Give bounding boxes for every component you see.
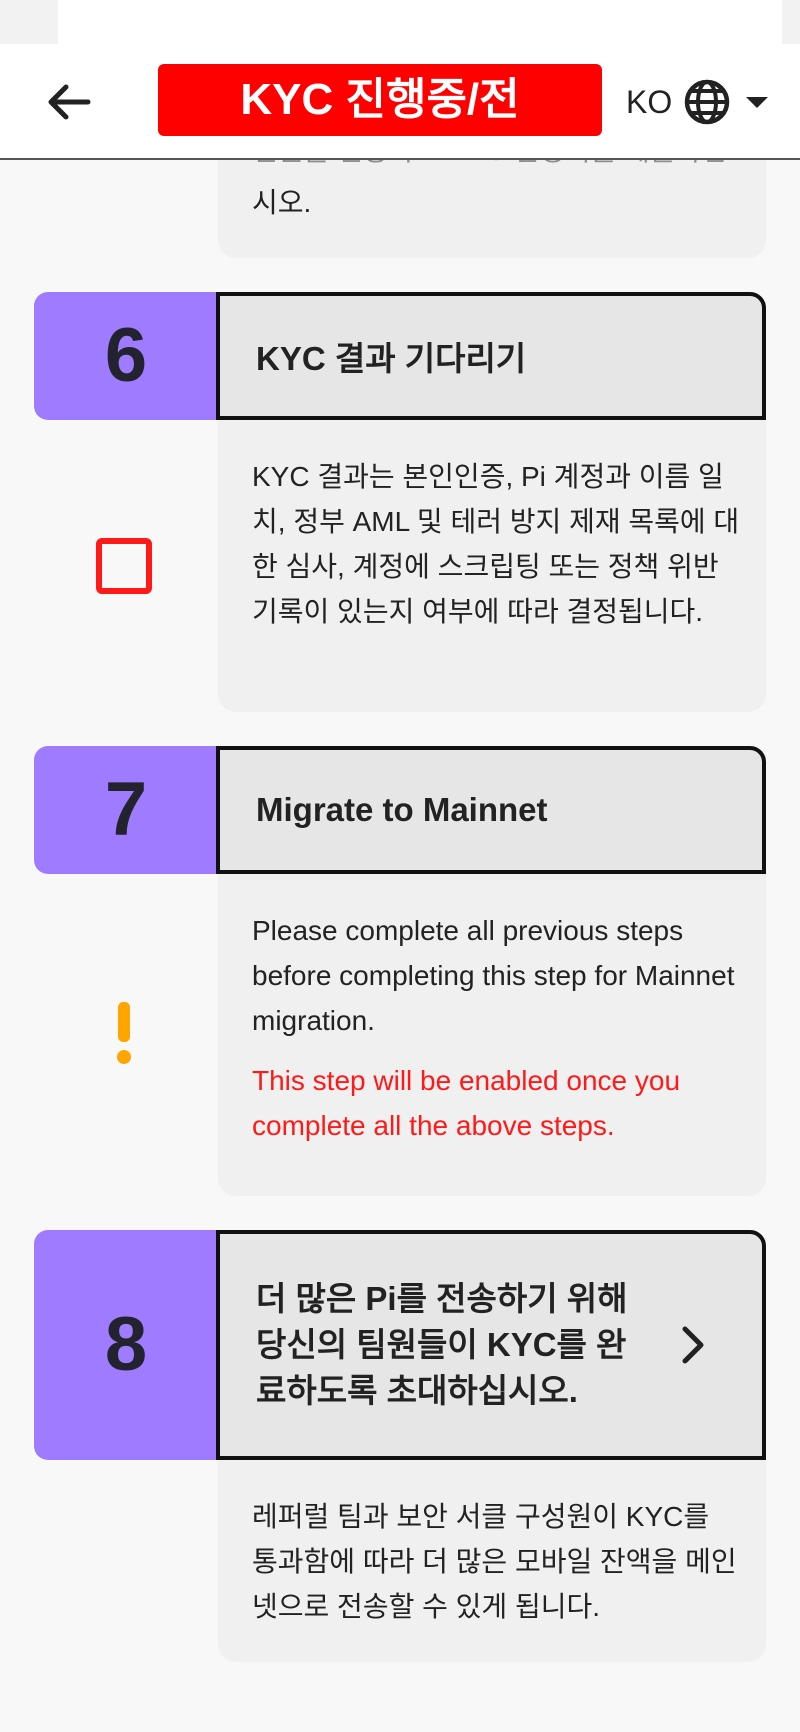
status-bar-right-block — [782, 0, 800, 44]
step-5-description-card: 신원을 인증하고 KYC 신청서를 제출하십 시오. — [218, 135, 766, 258]
app-header: KYC 진행중/전 KO — [0, 44, 800, 160]
chevron-down-icon — [746, 96, 769, 108]
empty-checkbox-icon — [96, 538, 152, 594]
step-6-number: 6 — [34, 292, 218, 420]
step-7-number: 7 — [34, 746, 218, 874]
step-6-title: KYC 결과 기다리기 — [216, 292, 766, 420]
globe-icon — [684, 79, 730, 125]
step-8-title-button[interactable]: 더 많은 Pi를 전송하기 위해 당신의 팀원들이 KYC를 완료하도록 초대하… — [216, 1230, 766, 1460]
step-7-description: Please complete all previous steps befor… — [252, 915, 735, 1036]
status-bar-area — [0, 0, 800, 44]
language-code: KO — [626, 83, 673, 120]
chevron-right-icon — [682, 1326, 704, 1364]
step-6-description-card: KYC 결과는 본인인증, Pi 계정과 이름 일치, 정부 AML 및 테러 … — [218, 420, 766, 712]
step-8-number: 8 — [34, 1230, 218, 1460]
step-7-title: Migrate to Mainnet — [216, 746, 766, 874]
status-bar-left-block — [0, 0, 58, 44]
arrow-left-icon — [48, 84, 91, 120]
step-7-notice: This step will be enabled once you compl… — [252, 1065, 681, 1141]
step-7-description-card: Please complete all previous steps befor… — [218, 874, 766, 1196]
back-button[interactable] — [44, 80, 94, 124]
step-7-title-text: Migrate to Mainnet — [256, 791, 548, 828]
step-8-title-text: 더 많은 Pi를 전송하기 위해 당신의 팀원들이 KYC를 완료하도록 초대하… — [256, 1280, 628, 1409]
step-8-description-card: 레퍼럴 팀과 보안 서클 구성원이 KYC를 통과함에 따라 더 많은 모바일 … — [218, 1460, 766, 1662]
step-6-title-text: KYC 결과 기다리기 — [256, 340, 527, 377]
page-title: KYC 진행중/전 — [158, 64, 602, 136]
warning-icon — [112, 1002, 136, 1066]
language-selector[interactable]: KO — [626, 79, 769, 125]
step-6-description: KYC 결과는 본인인증, Pi 계정과 이름 일치, 정부 AML 및 테러 … — [252, 461, 740, 627]
step-8-description: 레퍼럴 팀과 보안 서클 구성원이 KYC를 통과함에 따라 더 많은 모바일 … — [252, 1501, 737, 1622]
step-5-description-tail: 시오. — [252, 187, 312, 218]
